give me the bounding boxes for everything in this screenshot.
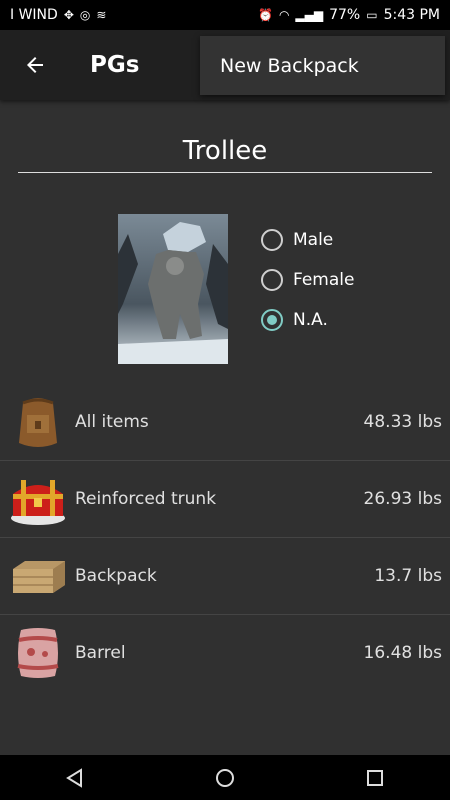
character-name-field[interactable]: Trollee bbox=[18, 130, 432, 173]
radio-male[interactable]: Male bbox=[261, 220, 354, 260]
carrier-label: I WIND bbox=[10, 7, 58, 23]
notification-icon: ≋ bbox=[96, 8, 107, 22]
nav-back-icon[interactable] bbox=[64, 767, 86, 789]
menu-item-new-backpack[interactable]: New Backpack bbox=[200, 36, 445, 95]
back-button[interactable] bbox=[0, 30, 70, 100]
radio-unchecked-icon bbox=[261, 229, 283, 251]
page-title: PGs bbox=[90, 52, 140, 78]
clock: 5:43 PM bbox=[383, 7, 440, 23]
item-weight: 26.93 lbs bbox=[363, 489, 442, 509]
signal-icon: ▂▄▆ bbox=[295, 8, 324, 22]
item-weight: 16.48 lbs bbox=[363, 643, 442, 663]
character-portrait[interactable] bbox=[118, 214, 228, 364]
nav-recents-icon[interactable] bbox=[364, 767, 386, 789]
list-item[interactable]: Backpack 13.7 lbs bbox=[0, 538, 450, 615]
barrel-icon bbox=[17, 628, 59, 678]
container-list: All items 48.33 lbs Reinforced trunk 26.… bbox=[0, 384, 450, 691]
gender-radio-group: Male Female N.A. bbox=[261, 220, 354, 340]
battery-icon: ▭ bbox=[366, 8, 378, 22]
alarm-icon: ⏰ bbox=[257, 8, 273, 22]
troll-image bbox=[118, 214, 228, 364]
trunk-icon bbox=[11, 480, 65, 525]
whatsapp-icon: ◎ bbox=[79, 8, 91, 22]
item-label: Barrel bbox=[75, 643, 126, 663]
radio-label: Female bbox=[293, 270, 355, 290]
battery-percent: 77% bbox=[329, 7, 361, 23]
wifi-icon: ◠ bbox=[278, 8, 290, 22]
radio-female[interactable]: Female bbox=[261, 260, 354, 300]
radio-unchecked-icon bbox=[261, 269, 283, 291]
status-bar: I WIND ✥ ◎ ≋ ⏰ ◠ ▂▄▆ 77% ▭ 5:43 PM bbox=[0, 0, 450, 30]
back-arrow-icon bbox=[27, 57, 43, 73]
nav-home-icon[interactable] bbox=[214, 767, 236, 789]
item-label: Backpack bbox=[75, 566, 157, 586]
item-label: Reinforced trunk bbox=[75, 489, 217, 509]
dropbox-icon: ✥ bbox=[63, 8, 74, 22]
radio-checked-icon bbox=[261, 309, 283, 331]
item-weight: 48.33 lbs bbox=[363, 412, 442, 432]
radio-label: Male bbox=[293, 230, 334, 250]
list-item[interactable]: Barrel 16.48 lbs bbox=[0, 615, 450, 691]
list-item[interactable]: All items 48.33 lbs bbox=[0, 384, 450, 461]
radio-na[interactable]: N.A. bbox=[261, 300, 354, 340]
item-weight: 13.7 lbs bbox=[374, 566, 442, 586]
backpack-icon bbox=[19, 398, 57, 447]
navigation-bar bbox=[0, 755, 450, 800]
list-item[interactable]: Reinforced trunk 26.93 lbs bbox=[0, 461, 450, 538]
item-label: All items bbox=[75, 412, 149, 432]
radio-label: N.A. bbox=[293, 310, 328, 330]
crate-icon bbox=[13, 561, 65, 593]
